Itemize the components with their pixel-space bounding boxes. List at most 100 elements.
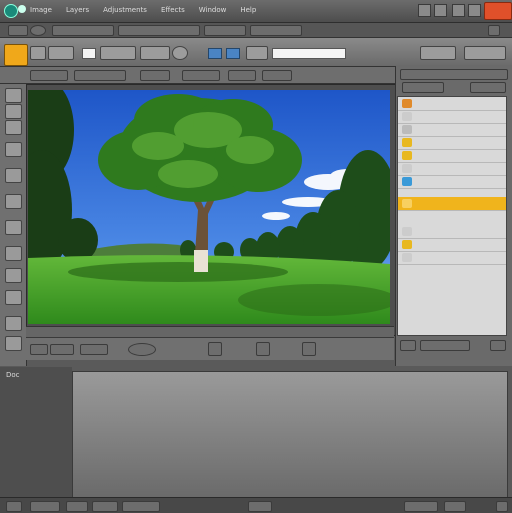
canvas-scrollbar[interactable] [26,326,394,337]
document-tab[interactable] [52,25,114,36]
list-item[interactable] [398,110,506,124]
status-item[interactable] [66,501,88,512]
toolbar-button[interactable] [48,46,74,60]
document-tab[interactable] [204,25,246,36]
status-icon[interactable] [6,501,22,512]
list-item[interactable] [398,251,506,265]
text-tool-icon[interactable] [5,246,22,261]
option-field[interactable] [30,70,68,81]
layer-icon [402,164,412,173]
grid-icon[interactable] [418,4,431,17]
app-secondary-icon [18,5,26,13]
app-logo-icon [4,4,18,18]
panel-button[interactable] [420,340,470,351]
canvas-footer [26,337,394,360]
option-field[interactable] [182,70,220,81]
list-item[interactable] [398,149,506,163]
fit-view-icon[interactable] [128,343,156,356]
status-item[interactable] [122,501,160,512]
color-swatch-icon[interactable] [5,336,22,351]
panel-tab[interactable] [470,82,506,93]
hand-tool-icon[interactable] [5,316,22,331]
resize-icon[interactable] [496,501,508,512]
list-item[interactable] [398,175,506,189]
menu-item[interactable]: Image [30,6,52,14]
option-field[interactable] [140,70,170,81]
new-document-icon[interactable] [82,48,96,59]
toolbar-button[interactable] [30,46,46,60]
menu-item[interactable]: Adjustments [103,6,147,14]
select-tool-icon[interactable] [5,104,22,119]
menu-item[interactable]: Help [240,6,256,14]
layer-icon[interactable] [226,48,240,59]
layer-icon [402,138,412,147]
menu-item[interactable]: Layers [66,6,89,14]
settings-icon[interactable] [468,4,481,17]
layer-icon [402,151,412,160]
panel-tab[interactable] [402,82,444,93]
toolbar-button[interactable] [246,46,268,60]
toolbar-button[interactable] [100,46,136,60]
lasso-tool-icon[interactable] [5,120,22,135]
toolbar-button[interactable] [464,46,506,60]
brush-icon[interactable] [5,168,22,183]
option-field[interactable] [228,70,256,81]
list-item[interactable] [398,123,506,137]
status-text: Doc [6,371,20,379]
list-item-selected[interactable] [398,197,506,211]
folder-icon[interactable] [4,44,28,66]
panel-icon[interactable] [452,4,465,17]
list-item[interactable] [398,97,506,111]
bottom-status-bar [0,497,512,513]
zoom-out-icon[interactable] [30,344,48,355]
toolbar-button[interactable] [140,46,170,60]
status-item[interactable] [248,501,272,512]
footer-button[interactable] [208,342,222,356]
save-icon[interactable] [208,48,222,59]
list-item[interactable] [398,136,506,150]
search-input[interactable] [272,48,346,59]
list-item[interactable] [398,238,506,252]
move-tool-icon[interactable] [5,88,22,103]
document-tabs-bar [0,23,512,38]
status-item[interactable] [30,501,60,512]
list-item[interactable] [398,162,506,176]
zoom-field[interactable] [50,344,74,355]
collapse-icon[interactable] [488,25,500,36]
footer-button[interactable] [80,344,108,355]
list-item[interactable] [398,225,506,239]
footer-button[interactable] [302,342,316,356]
shape-tool-icon[interactable] [5,268,22,283]
eraser-icon[interactable] [5,194,22,209]
layer-icon [402,177,412,186]
tab-button[interactable] [8,25,28,36]
fill-tool-icon[interactable] [5,220,22,235]
menu-item[interactable]: Window [199,6,227,14]
landscape-photo [28,90,390,324]
document-tab[interactable] [118,25,200,36]
layer-icon [402,240,412,249]
canvas-photo[interactable] [28,90,390,324]
zoom-icon[interactable] [5,290,22,305]
view-icon[interactable] [434,4,447,17]
document-tab[interactable] [250,25,302,36]
title-bar: Image Layers Adjustments Effects Window … [0,0,512,23]
option-field[interactable] [74,70,126,81]
toolbar-button[interactable] [420,46,456,60]
menu-item[interactable]: Effects [161,6,185,14]
layer-icon [402,112,412,121]
export-button[interactable] [484,2,512,20]
status-item[interactable] [444,501,466,512]
status-item[interactable] [404,501,438,512]
layer-icon [402,99,412,108]
layer-icon [402,125,412,134]
option-field[interactable] [262,70,292,81]
status-item[interactable] [92,501,118,512]
toolbar-button[interactable] [172,46,188,60]
delete-layer-icon[interactable] [490,340,506,351]
add-layer-icon[interactable] [400,340,416,351]
refresh-icon[interactable] [30,25,46,36]
crop-icon[interactable] [5,142,22,157]
timeline-panel [72,371,508,499]
footer-button[interactable] [256,342,270,356]
